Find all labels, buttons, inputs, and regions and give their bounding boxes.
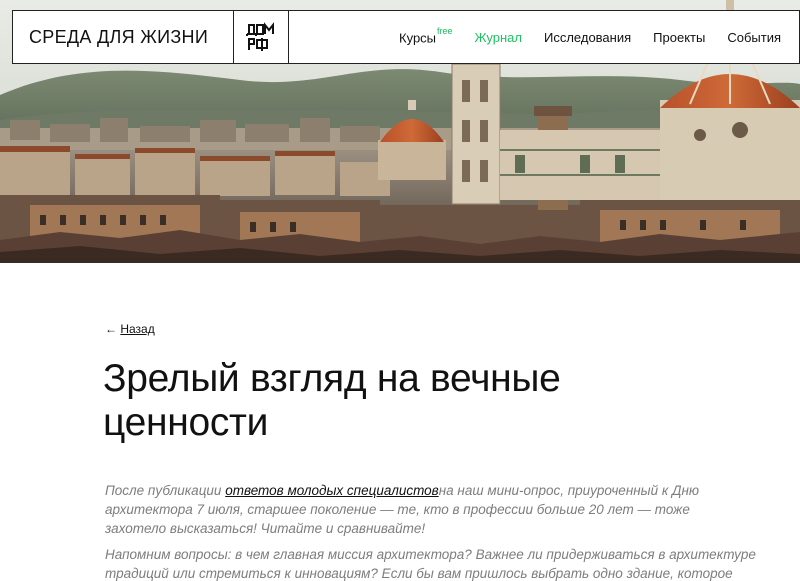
young-specialists-link[interactable]: ответов молодых специалистов: [225, 483, 439, 498]
brand-logo-text[interactable]: СРЕДА ДЛЯ ЖИЗНИ: [13, 11, 233, 63]
free-badge: free: [437, 25, 453, 36]
nav-item-journal-label: Журнал: [474, 29, 522, 45]
nav-item-events-label: События: [727, 29, 781, 45]
article-paragraph: Напомним вопросы: в чем главная миссия а…: [105, 547, 756, 581]
back-link[interactable]: ← Назад: [105, 322, 155, 336]
nav-item-courses-label: Курсы: [399, 30, 437, 46]
domrf-logo-icon[interactable]: [233, 11, 289, 63]
arrow-left-icon: ←: [105, 322, 117, 336]
nav-item-projects-label: Проекты: [653, 29, 706, 45]
nav-item-journal[interactable]: Журнал: [475, 30, 522, 45]
main-nav: Курсыfree Журнал Исследования Проекты Со…: [289, 11, 799, 63]
lead-text-before: После публикации: [105, 483, 226, 498]
nav-item-courses[interactable]: Курсыfree: [399, 25, 453, 46]
article-lead: После публикации ответов молодых специал…: [105, 481, 745, 538]
back-link-label: Назад: [120, 322, 155, 336]
nav-item-research-label: Исследования: [543, 29, 632, 45]
site-header: СРЕДА ДЛЯ ЖИЗНИ Курсыfree Журнал Исследо…: [12, 10, 800, 64]
article-title: Зрелый взгляд на вечные ценности: [103, 357, 561, 444]
nav-item-events[interactable]: События: [727, 30, 781, 45]
nav-item-projects[interactable]: Проекты: [653, 30, 705, 45]
nav-item-research[interactable]: Исследования: [544, 30, 631, 45]
